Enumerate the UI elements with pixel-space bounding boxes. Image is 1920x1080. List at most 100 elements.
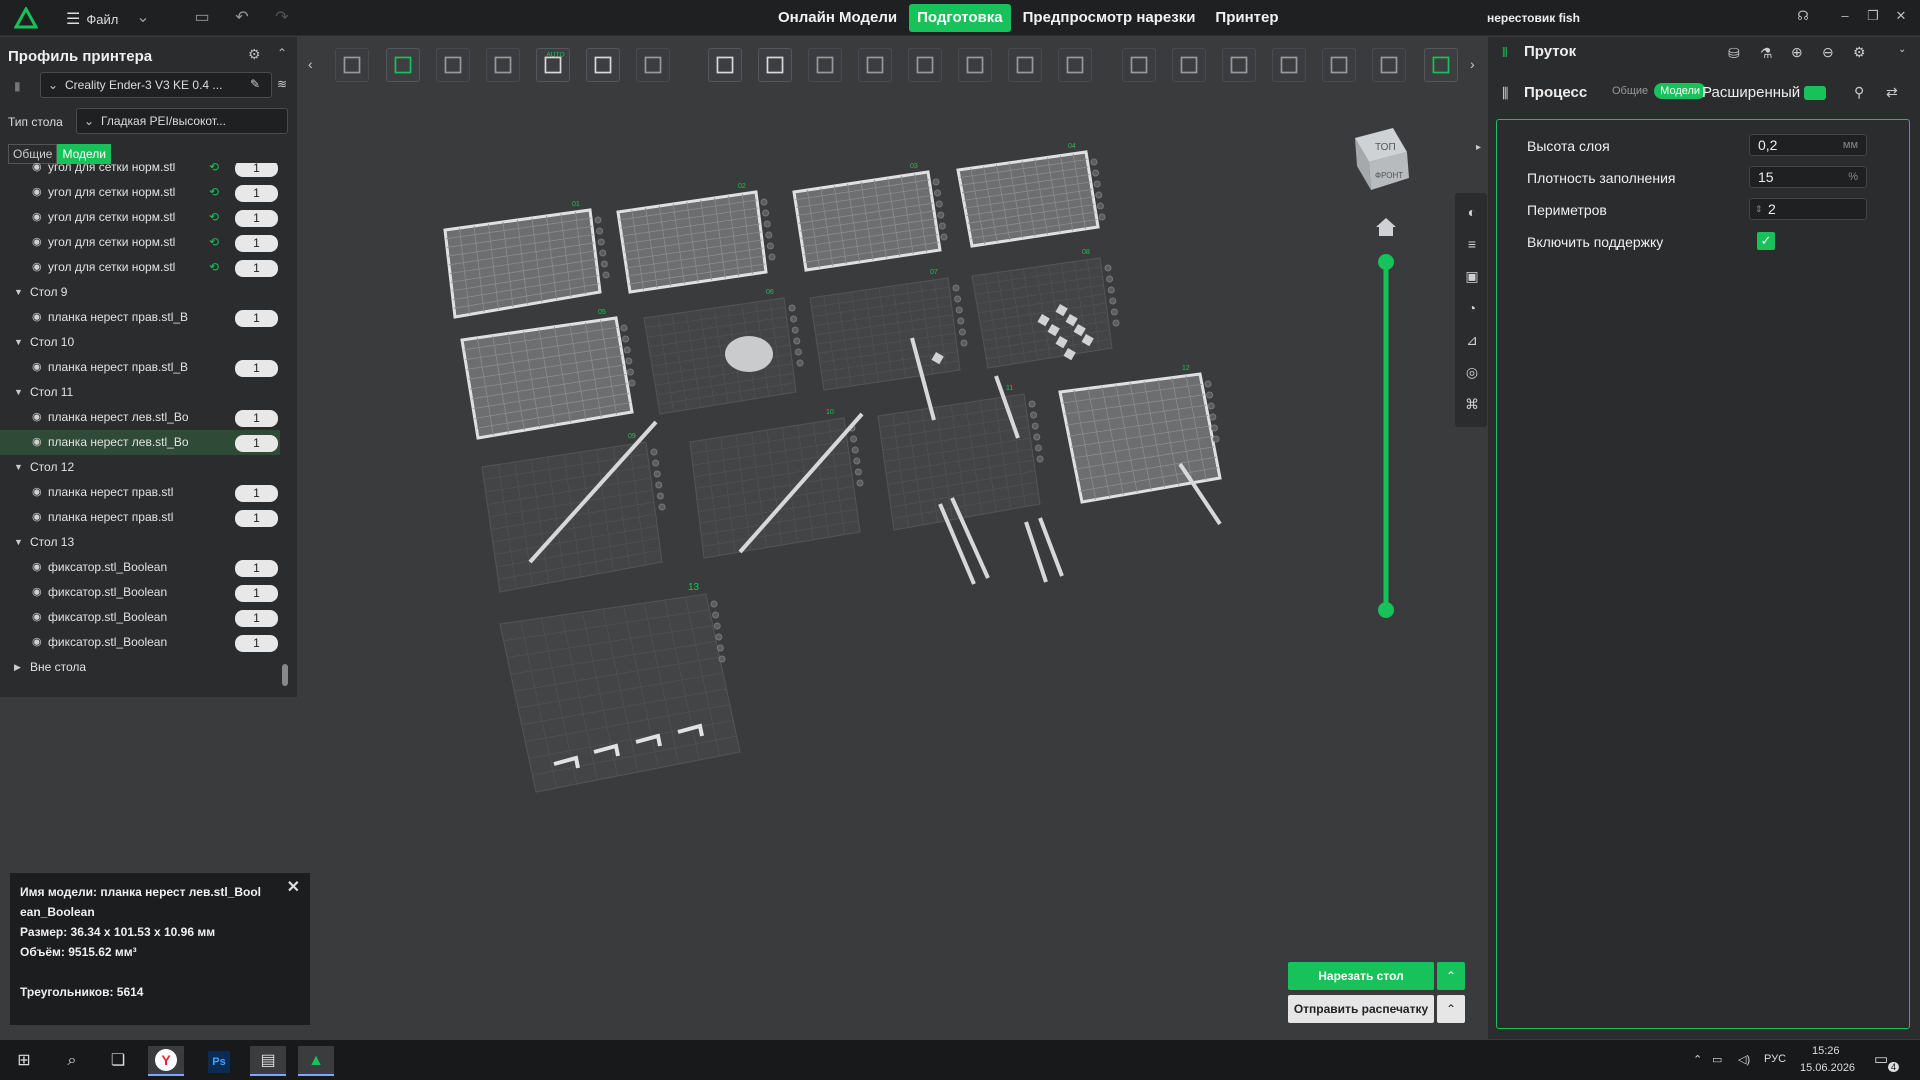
instance-count-badge[interactable]: 1 — [235, 485, 278, 502]
expanded-arrow-icon[interactable]: ▼ — [14, 330, 23, 355]
tree-plate-group[interactable]: ▼ Стол 10 — [0, 330, 280, 355]
frame-icon[interactable]: ▣ — [1463, 267, 1481, 285]
tab-slice-preview[interactable]: Предпросмотр нарезки — [1015, 4, 1204, 32]
instance-count-badge[interactable]: 1 — [235, 260, 278, 277]
plate-action-button[interactable] — [935, 200, 943, 208]
plate-action-button[interactable] — [1034, 444, 1042, 452]
swap-icon[interactable]: ⇄ — [1886, 84, 1898, 101]
plate-action-button[interactable] — [796, 359, 804, 367]
plate-action-button[interactable] — [715, 633, 723, 641]
photoshop-icon[interactable]: Ps — [201, 1046, 237, 1076]
plate-action-button[interactable] — [854, 468, 862, 476]
plate-action-button[interactable] — [658, 503, 666, 511]
toolbar-scroll-right-icon[interactable]: › — [1470, 56, 1475, 72]
model-part[interactable] — [1038, 517, 1064, 577]
plate-action-button[interactable] — [1110, 308, 1118, 316]
eye-icon[interactable]: ◉ — [32, 555, 42, 580]
plate-action-button[interactable] — [937, 211, 945, 219]
plate-action-button[interactable] — [628, 379, 636, 387]
hollow-icon[interactable] — [908, 48, 942, 82]
instance-count-badge[interactable]: 1 — [235, 210, 278, 227]
model-part[interactable] — [725, 336, 773, 372]
send-print-button[interactable]: Отправить распечатку — [1288, 995, 1434, 1023]
plate-action-button[interactable] — [594, 216, 602, 224]
instance-count-badge[interactable]: 1 — [235, 510, 278, 527]
tree-model-item[interactable]: ◉ фиксатор.stl_Boolean 1 — [0, 605, 280, 630]
send-options-chevron-icon[interactable]: ⌃ — [1437, 995, 1465, 1023]
plate-action-button[interactable] — [656, 492, 664, 500]
network-icon[interactable]: ▭ — [1712, 1053, 1722, 1066]
modified-icon[interactable]: ⟲ — [209, 180, 219, 205]
support-checkbox[interactable]: ✓ — [1757, 232, 1775, 250]
plate-action-button[interactable] — [851, 446, 859, 454]
cube-icon[interactable] — [858, 48, 892, 82]
plate-action-button[interactable] — [957, 317, 965, 325]
tree-model-item[interactable]: ◉ угол для сетки норм.stl ⟲ 1 — [0, 180, 280, 205]
clock-date[interactable]: 15.06.2026 — [1800, 1062, 1855, 1074]
tree-model-item[interactable]: ◉ планка нерест прав.stl_B 1 — [0, 305, 280, 330]
plate-action-button[interactable] — [790, 315, 798, 323]
build-plate[interactable] — [1058, 372, 1222, 504]
plate-action-button[interactable] — [1109, 297, 1117, 305]
eye-icon[interactable]: ◉ — [32, 405, 42, 430]
plate-action-button[interactable] — [653, 470, 661, 478]
plate-action-button[interactable] — [1036, 455, 1044, 463]
nav-cube[interactable]: ТОП ФРОНТ — [1355, 128, 1409, 190]
undo-icon[interactable]: ↶ — [232, 8, 252, 28]
eye-icon[interactable]: ◉ — [32, 205, 42, 230]
support-icon[interactable]: ⊿ — [1463, 331, 1481, 349]
plate-action-button[interactable] — [1104, 264, 1112, 272]
plate-action-button[interactable] — [1092, 169, 1100, 177]
plate-action-button[interactable] — [625, 357, 633, 365]
plate-action-button[interactable] — [1098, 213, 1106, 221]
plate-action-button[interactable] — [597, 238, 605, 246]
notification-icon[interactable]: ▭ — [1874, 1050, 1888, 1068]
tree-model-item[interactable]: ◉ фиксатор.stl_Boolean 1 — [0, 555, 280, 580]
minimize-button[interactable]: – — [1834, 8, 1856, 28]
tray-expand-icon[interactable]: ⌃ — [1693, 1053, 1702, 1066]
plate-action-button[interactable] — [650, 448, 658, 456]
3d-viewport[interactable]: 01 02 03 04 05 06 07 08 09 10 11 12 13 ТОП ФРОНТ — [300, 92, 1470, 1038]
clock-time[interactable]: 15:26 — [1812, 1045, 1840, 1057]
gear-icon[interactable]: ⚙ — [1853, 44, 1866, 61]
chevron-down-icon[interactable]: ⌄ — [133, 8, 153, 28]
plate-action-button[interactable] — [960, 339, 968, 347]
plate-action-button[interactable] — [763, 220, 771, 228]
eye-icon[interactable]: ◉ — [32, 305, 42, 330]
instance-count-badge[interactable]: 1 — [235, 360, 278, 377]
modified-icon[interactable]: ⟲ — [209, 163, 219, 180]
plate-action-button[interactable] — [794, 348, 802, 356]
target-icon[interactable]: ◎ — [1463, 363, 1481, 381]
tree-model-item[interactable]: ◉ планка нерест прав.stl 1 — [0, 480, 280, 505]
plate-action-button[interactable] — [713, 622, 721, 630]
eye-icon[interactable]: ◉ — [32, 505, 42, 530]
plate-action-button[interactable] — [791, 326, 799, 334]
seg-models[interactable]: Модели — [1654, 83, 1707, 99]
scale-icon[interactable] — [808, 48, 842, 82]
boolean-icon[interactable] — [1008, 48, 1042, 82]
plate-action-button[interactable] — [766, 242, 774, 250]
volume-icon[interactable]: ◁) — [1738, 1053, 1750, 1066]
plate-action-button[interactable] — [1210, 424, 1218, 432]
close-icon[interactable]: ✕ — [287, 877, 300, 897]
restore-button[interactable]: ❐ — [1862, 8, 1884, 28]
plate-action-button[interactable] — [1206, 391, 1214, 399]
tree-plate-group[interactable]: ▼ Стол 13 — [0, 530, 280, 555]
plate-action-button[interactable] — [1090, 158, 1098, 166]
plate-action-button[interactable] — [1212, 435, 1220, 443]
save-icon[interactable]: ▭ — [192, 8, 212, 28]
side-expand-icon[interactable]: ▸ — [1476, 142, 1481, 153]
bed-type-select[interactable]: ⌄ Гладкая PEI/высокот... — [76, 108, 288, 134]
plate-action-button[interactable] — [596, 227, 604, 235]
tree-model-item[interactable]: ◉ планка нерест лев.stl_Bo 1 — [0, 405, 280, 430]
eye-icon[interactable]: ◉ — [32, 580, 42, 605]
expanded-arrow-icon[interactable]: ▼ — [14, 280, 23, 305]
eye-icon[interactable]: ◉ — [32, 255, 42, 280]
tree-model-item[interactable]: ◉ фиксатор.stl_Boolean 1 — [0, 580, 280, 605]
plate-action-button[interactable] — [952, 284, 960, 292]
tree-model-item[interactable]: ◉ угол для сетки норм.stl ⟲ 1 — [0, 255, 280, 280]
plate-action-button[interactable] — [765, 231, 773, 239]
plate-action-button[interactable] — [652, 459, 660, 467]
plate-action-button[interactable] — [622, 335, 630, 343]
text-icon[interactable] — [1424, 48, 1458, 82]
